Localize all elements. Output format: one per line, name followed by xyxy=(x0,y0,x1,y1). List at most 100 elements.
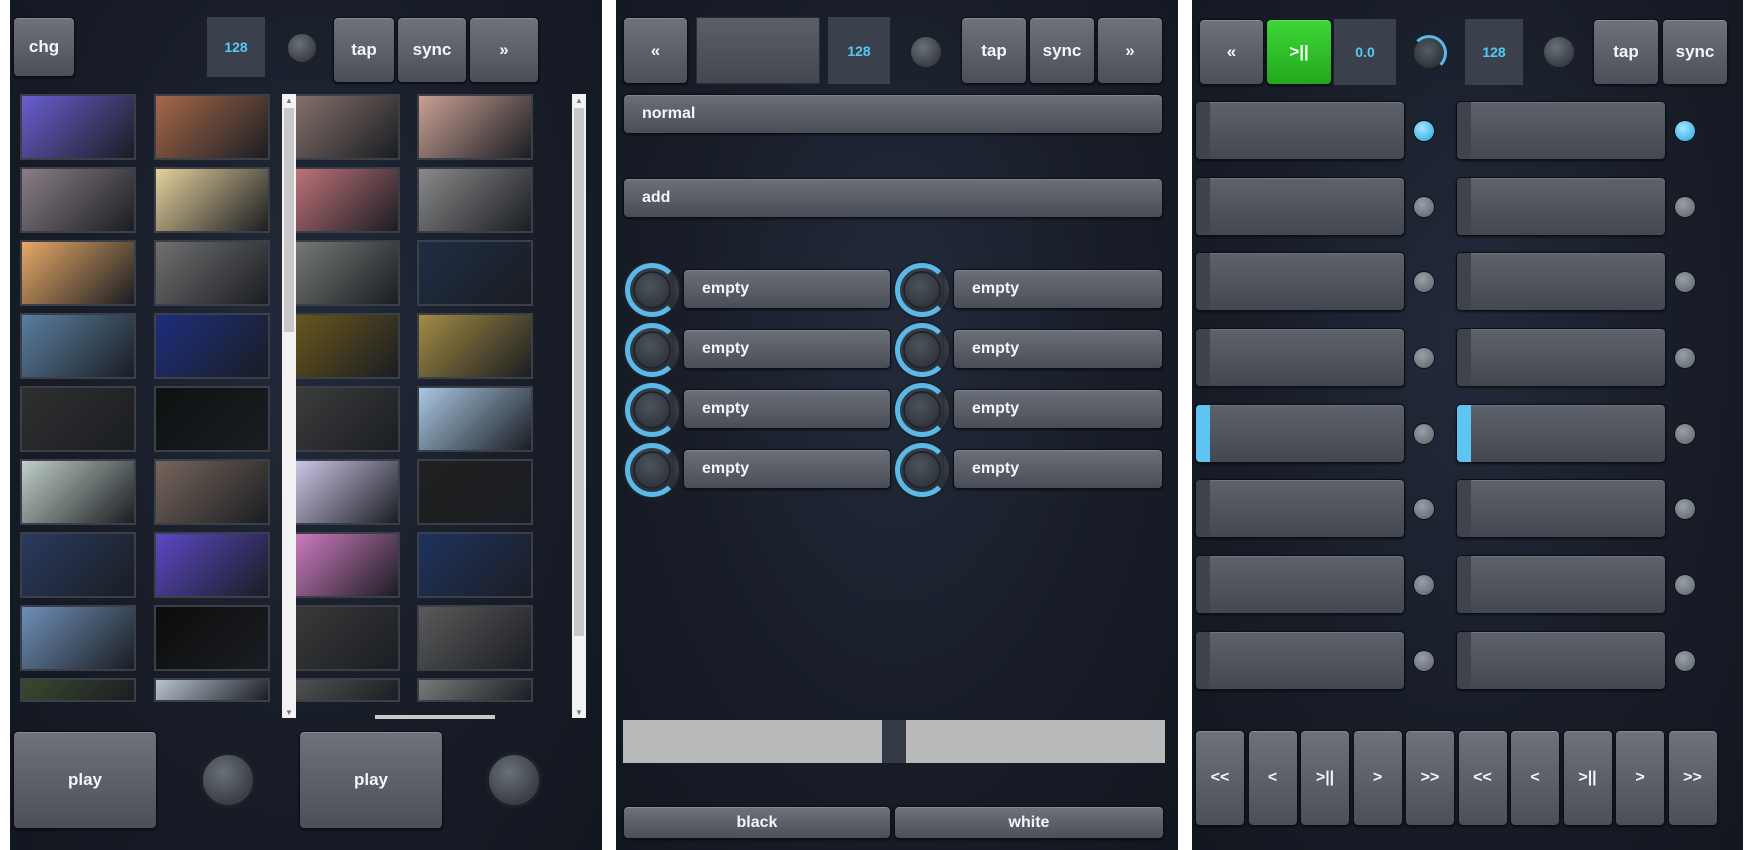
clip-thumbnail[interactable] xyxy=(20,532,136,598)
clip-thumbnail[interactable] xyxy=(20,386,136,452)
sync-button[interactable]: sync xyxy=(1662,19,1728,85)
clip-slot-left-1[interactable] xyxy=(1195,101,1405,160)
scroll-down-icon[interactable]: ▼ xyxy=(572,706,586,718)
change-button[interactable]: chg xyxy=(13,17,75,77)
next-page-button[interactable]: » xyxy=(469,17,539,83)
clip-thumbnail[interactable] xyxy=(154,240,270,306)
clip-thumbnail[interactable] xyxy=(154,386,270,452)
scroll-thumb[interactable] xyxy=(574,108,584,636)
clip-thumbnail[interactable] xyxy=(417,678,533,702)
effect-knob-left-3[interactable] xyxy=(625,383,679,437)
clip-thumbnail[interactable] xyxy=(154,678,270,702)
clip-thumbnail[interactable] xyxy=(20,605,136,671)
transport-a-play-pause-button[interactable]: >|| xyxy=(1300,730,1350,826)
clip-slot-left-3[interactable] xyxy=(1195,252,1405,311)
transport-b-fast-forward-button[interactable]: >> xyxy=(1667,730,1718,826)
scroll-up-icon[interactable]: ▲ xyxy=(572,94,586,106)
clip-thumbnail[interactable] xyxy=(154,94,270,160)
effect-knob-right-3[interactable] xyxy=(895,383,949,437)
effect-slot-left-2[interactable]: empty xyxy=(683,329,891,369)
clip-thumbnail[interactable] xyxy=(284,167,400,233)
transport-b-step-forward-button[interactable]: > xyxy=(1615,730,1665,826)
clip-thumbnail[interactable] xyxy=(20,459,136,525)
effect-slot-right-1[interactable]: empty xyxy=(953,269,1163,309)
clip-thumbnail[interactable] xyxy=(20,313,136,379)
clip-thumbnail[interactable] xyxy=(20,240,136,306)
transport-b-rewind-button[interactable]: << xyxy=(1457,730,1508,826)
black-button[interactable]: black xyxy=(623,806,891,839)
next-page-button[interactable]: » xyxy=(1097,17,1163,84)
tap-button[interactable]: tap xyxy=(333,17,395,83)
clip-thumbnail[interactable] xyxy=(154,459,270,525)
effect-knob-left-4[interactable] xyxy=(625,443,679,497)
prev-page-button[interactable]: « xyxy=(1199,19,1264,85)
transport-a-rewind-button[interactable]: << xyxy=(1195,730,1245,826)
clip-thumbnail[interactable] xyxy=(20,678,136,702)
effect-knob-right-1[interactable] xyxy=(895,263,949,317)
clip-slot-right-4[interactable] xyxy=(1456,328,1666,387)
clip-thumbnail[interactable] xyxy=(20,94,136,160)
scroll-thumb[interactable] xyxy=(284,108,294,332)
clip-slot-right-1[interactable] xyxy=(1456,101,1666,160)
crossfader[interactable] xyxy=(623,720,1165,763)
blend-mode-bottom-select[interactable]: add xyxy=(623,178,1163,218)
sync-button[interactable]: sync xyxy=(397,17,467,83)
clip-slot-left-6[interactable] xyxy=(1195,479,1405,538)
clip-slot-left-2[interactable] xyxy=(1195,177,1405,236)
effect-slot-right-2[interactable]: empty xyxy=(953,329,1163,369)
white-button[interactable]: white xyxy=(894,806,1164,839)
effect-knob-right-2[interactable] xyxy=(895,323,949,377)
scroll-up-icon[interactable]: ▲ xyxy=(282,94,296,106)
clip-thumbnail[interactable] xyxy=(284,678,400,702)
clip-thumbnail[interactable] xyxy=(417,167,533,233)
clip-thumbnail[interactable] xyxy=(417,313,533,379)
effect-slot-left-1[interactable]: empty xyxy=(683,269,891,309)
tap-button[interactable]: tap xyxy=(1593,19,1659,85)
transport-b-step-back-button[interactable]: < xyxy=(1510,730,1560,826)
transport-a-step-back-button[interactable]: < xyxy=(1247,730,1298,826)
clip-thumbnail[interactable] xyxy=(154,605,270,671)
clip-thumbnail[interactable] xyxy=(284,605,400,671)
clip-thumbnail[interactable] xyxy=(284,386,400,452)
transport-a-step-forward-button[interactable]: > xyxy=(1352,730,1403,826)
position-knob[interactable] xyxy=(1411,35,1447,71)
effect-slot-right-4[interactable]: empty xyxy=(953,449,1163,489)
clip-slot-right-8[interactable] xyxy=(1456,631,1666,690)
effect-knob-left-2[interactable] xyxy=(625,323,679,377)
clip-thumbnail[interactable] xyxy=(417,94,533,160)
prev-page-button[interactable]: « xyxy=(623,17,688,84)
clip-grid-left-scrollbar[interactable]: ▲ ▼ xyxy=(282,94,296,718)
crossfader-handle[interactable] xyxy=(882,720,906,763)
clip-thumbnail[interactable] xyxy=(284,313,400,379)
clip-slot-right-2[interactable] xyxy=(1456,177,1666,236)
blend-mode-top-select[interactable]: normal xyxy=(623,94,1163,134)
clip-slot-right-6[interactable] xyxy=(1456,479,1666,538)
clip-thumbnail[interactable] xyxy=(284,459,400,525)
play-pause-button[interactable]: >|| xyxy=(1266,19,1332,85)
scroll-down-icon[interactable]: ▼ xyxy=(282,706,296,718)
clip-thumbnail[interactable] xyxy=(417,459,533,525)
clip-thumbnail[interactable] xyxy=(154,167,270,233)
effect-slot-left-3[interactable]: empty xyxy=(683,389,891,429)
transport-b-play-pause-button[interactable]: >|| xyxy=(1562,730,1613,826)
effect-slot-left-4[interactable]: empty xyxy=(683,449,891,489)
clip-thumbnail[interactable] xyxy=(284,94,400,160)
clip-thumbnail[interactable] xyxy=(20,167,136,233)
horizontal-scroll-thumb[interactable] xyxy=(375,715,495,719)
clip-slot-right-3[interactable] xyxy=(1456,252,1666,311)
clip-thumbnail[interactable] xyxy=(417,532,533,598)
transport-a-fast-forward-button[interactable]: >> xyxy=(1405,730,1455,826)
clip-slot-right-7[interactable] xyxy=(1456,555,1666,614)
tap-button[interactable]: tap xyxy=(961,17,1027,84)
clip-thumbnail[interactable] xyxy=(417,240,533,306)
effect-slot-right-3[interactable]: empty xyxy=(953,389,1163,429)
clip-thumbnail[interactable] xyxy=(154,532,270,598)
play-button-b[interactable]: play xyxy=(299,731,443,829)
clip-thumbnail[interactable] xyxy=(284,240,400,306)
clip-slot-right-5[interactable] xyxy=(1456,404,1666,463)
clip-thumbnail[interactable] xyxy=(154,313,270,379)
effect-knob-right-4[interactable] xyxy=(895,443,949,497)
clip-slot-left-8[interactable] xyxy=(1195,631,1405,690)
sync-button[interactable]: sync xyxy=(1029,17,1095,84)
clip-slot-left-4[interactable] xyxy=(1195,328,1405,387)
